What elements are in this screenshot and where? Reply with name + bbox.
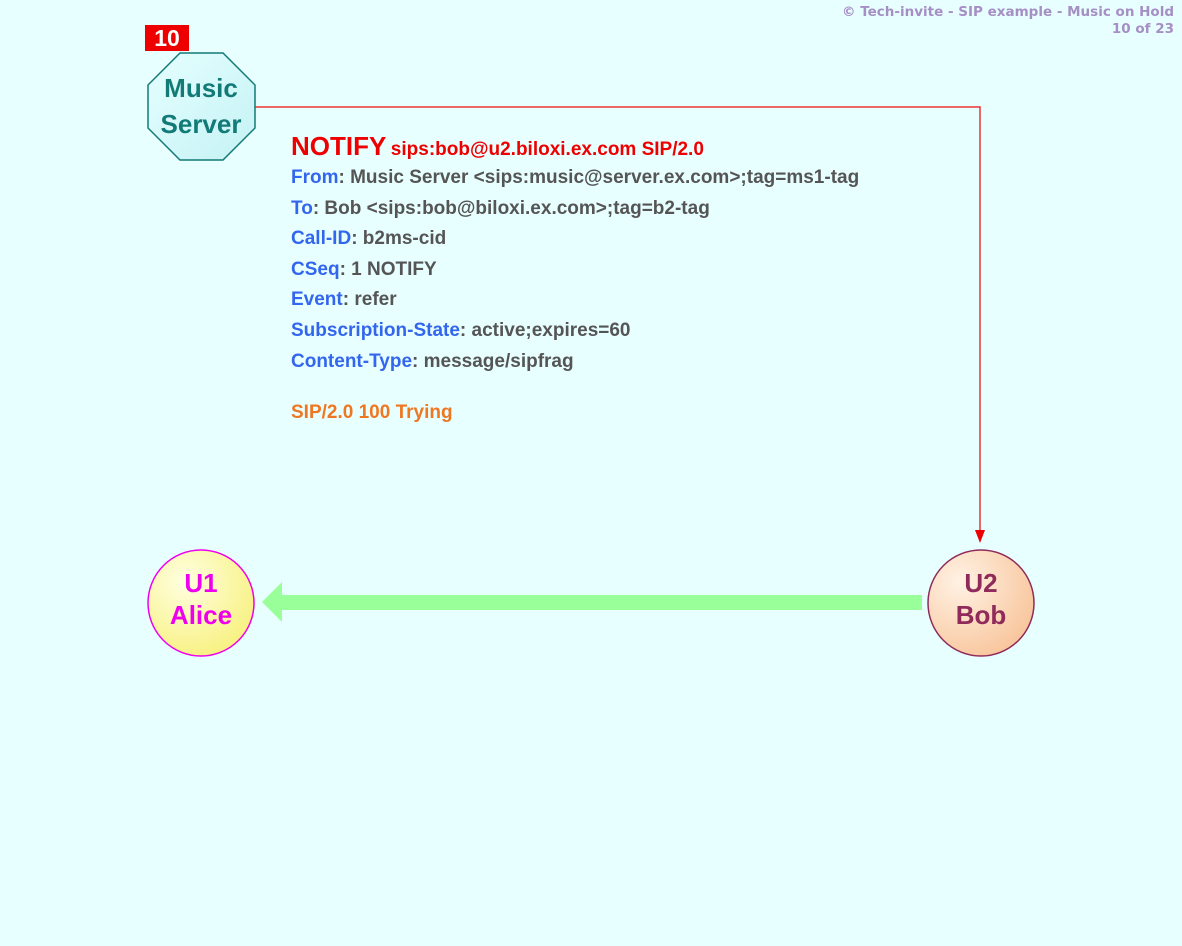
alice-label-id: U1: [184, 568, 218, 598]
header-event: Event: refer: [291, 285, 859, 316]
header-to: To: Bob <sips:bob@biloxi.ex.com>;tag=b2-…: [291, 194, 859, 225]
header-subscription-state: Subscription-State: active;expires=60: [291, 316, 859, 347]
header-call-id: Call-ID: b2ms-cid: [291, 224, 859, 255]
header-value: : active;expires=60: [459, 319, 631, 341]
music-server-label-line2: Server: [160, 109, 242, 139]
header-from: From: Music Server <sips:music@server.ex…: [291, 163, 859, 194]
media-stream-arrowhead: [262, 582, 282, 622]
message-body: SIP/2.0 100 Trying: [291, 402, 453, 424]
header-content-type: Content-Type: message/sipfrag: [291, 347, 859, 378]
request-line: NOTIFY sips:bob@u2.biloxi.ex.com SIP/2.0: [291, 129, 859, 163]
request-uri: sips:bob@u2.biloxi.ex.com SIP/2.0: [390, 139, 704, 160]
header-value: : b2ms-cid: [351, 228, 447, 250]
header-name: From: [291, 167, 339, 188]
request-method: NOTIFY: [291, 131, 387, 161]
header-value: : 1 NOTIFY: [339, 258, 437, 280]
header-name: Content-Type: [291, 350, 413, 372]
header-value: : Music Server <sips:music@server.ex.com…: [338, 167, 860, 188]
music-server-label: Music Server: [147, 70, 255, 142]
header-cseq: CSeq: 1 NOTIFY: [291, 255, 859, 286]
bob-label-id: U2: [964, 568, 998, 598]
header-value: : message/sipfrag: [412, 350, 574, 372]
alice-label: U1 Alice: [148, 567, 254, 631]
header-value: : Bob <sips:bob@biloxi.ex.com>;tag=b2-ta…: [312, 197, 710, 219]
header-name: Event: [291, 289, 343, 311]
media-stream-bar: [280, 595, 922, 610]
sip-message: NOTIFY sips:bob@u2.biloxi.ex.com SIP/2.0…: [291, 129, 859, 428]
bob-label-name: Bob: [955, 600, 1007, 630]
header-name: CSeq: [291, 258, 340, 280]
header-value: : refer: [342, 289, 397, 311]
step-number-badge: 10: [145, 25, 189, 51]
alice-label-name: Alice: [169, 600, 233, 630]
header-name: Subscription-State: [291, 319, 460, 341]
bob-label: U2 Bob: [928, 567, 1034, 631]
notify-arrowhead: [975, 530, 985, 543]
header-name: To: [291, 197, 313, 219]
music-server-label-line1: Music: [164, 73, 238, 103]
header-name: Call-ID: [291, 228, 352, 250]
